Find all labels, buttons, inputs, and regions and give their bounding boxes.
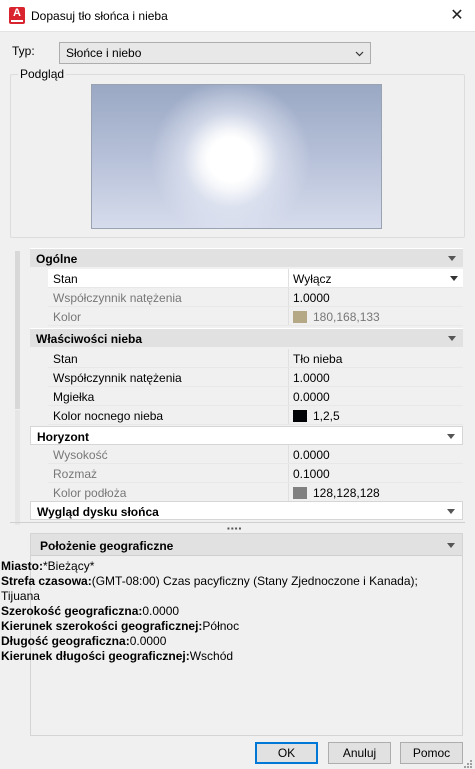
row-sky-night-color[interactable]: Kolor nocnego nieba 1,2,5 (48, 406, 463, 425)
collapse-arrow-icon (448, 256, 456, 261)
row-general-state[interactable]: Stan Wyłącz (48, 269, 463, 288)
resize-grip-icon[interactable] (463, 759, 473, 769)
category-horizon[interactable]: Horyzont (30, 426, 463, 445)
row-value: 0.0000 (293, 448, 330, 462)
close-icon[interactable]: ✕ (447, 6, 467, 26)
color-swatch (293, 311, 307, 323)
preview-label: Podgląd (18, 67, 67, 81)
dropdown-arrow-icon (450, 276, 458, 281)
geo-timezone-cont: Tijuana (1, 589, 40, 603)
geo-latitude: Szerokość geograficzna:0.0000 (1, 604, 180, 618)
row-sky-intensity[interactable]: Współczynnik natężenia 1.0000 (48, 368, 463, 387)
splitter-grip-icon: ▪▪▪▪ (227, 524, 243, 533)
row-value: 1.0000 (293, 291, 330, 305)
row-horizon-blur[interactable]: Rozmaż 0.1000 (48, 464, 463, 483)
row-key: Kolor (48, 307, 289, 325)
row-general-color[interactable]: Kolor 180,168,133 (48, 307, 463, 326)
category-general-title: Ogólne (36, 252, 78, 266)
geo-longitude-direction: Kierunek długości geograficznej:Wschód (1, 649, 234, 663)
row-value: 128,128,128 (290, 483, 463, 501)
row-key: Współczynnik natężenia (48, 288, 289, 306)
geo-city: Miasto:*Bieżący* (1, 559, 95, 573)
window-title: Dopasuj tło słońca i nieba (31, 9, 168, 23)
row-horizon-ground-color[interactable]: Kolor podłoża 128,128,128 (48, 483, 463, 502)
geo-location-header[interactable]: Położenie geograficzne (31, 534, 462, 556)
properties-palette: Ogólne Stan Wyłącz Współczynnik natężeni… (10, 248, 465, 526)
geo-location-panel: Położenie geograficzne Miasto:*Bieżący* … (1, 533, 463, 736)
collapse-arrow-icon (447, 434, 455, 439)
category-sky[interactable]: Właściwości nieba (30, 328, 463, 347)
row-key: Stan (48, 269, 289, 287)
row-key: Wysokość (48, 445, 289, 463)
chevron-down-icon (355, 51, 364, 57)
panel-splitter[interactable]: ▪▪▪▪ (10, 522, 465, 533)
category-sky-title: Właściwości nieba (36, 332, 143, 346)
type-label: Typ: (12, 44, 35, 58)
type-select-value: Słońce i niebo (66, 46, 142, 60)
collapse-arrow-icon (448, 336, 456, 341)
row-key: Kolor podłoża (48, 483, 289, 501)
geo-latitude-direction: Kierunek szerokości geograficznej:Północ (1, 619, 240, 633)
row-key: Współczynnik natężenia (48, 368, 289, 386)
title-bar: A Dopasuj tło słońca i nieba ✕ (0, 0, 475, 32)
type-select[interactable]: Słońce i niebo (59, 42, 371, 64)
row-value: 1.0000 (293, 371, 330, 385)
palette-side-bar-lower (15, 410, 20, 525)
row-horizon-height[interactable]: Wysokość 0.0000 (48, 445, 463, 464)
ok-button[interactable]: OK (255, 742, 318, 764)
row-sky-haze[interactable]: Mgiełka 0.0000 (48, 387, 463, 406)
state-dropdown[interactable]: Wyłącz (290, 269, 463, 287)
category-horizon-title: Horyzont (37, 430, 89, 444)
geo-location-title: Położenie geograficzne (40, 539, 174, 553)
autocad-app-icon: A (9, 7, 25, 24)
collapse-arrow-icon (447, 509, 455, 514)
row-value: Tło nieba (293, 352, 343, 366)
sky-preview-image (91, 84, 382, 229)
cancel-button[interactable]: Anuluj (328, 742, 391, 764)
row-key: Mgiełka (48, 387, 289, 405)
palette-side-bar (15, 251, 20, 409)
row-key: Kolor nocnego nieba (48, 406, 289, 424)
category-sun-disk[interactable]: Wygląd dysku słońca (30, 501, 463, 520)
row-key: Rozmaż (48, 464, 289, 482)
row-value: 0.1000 (293, 467, 330, 481)
color-swatch (293, 487, 307, 499)
row-key: Stan (48, 349, 289, 367)
color-swatch (293, 410, 307, 422)
collapse-arrow-icon (447, 543, 455, 548)
row-value: 180,168,133 (290, 307, 463, 325)
category-general[interactable]: Ogólne (30, 248, 463, 267)
row-sky-state[interactable]: Stan Tło nieba (48, 349, 463, 368)
row-value: 0.0000 (293, 390, 330, 404)
geo-timezone: Strefa czasowa:(GMT-08:00) Czas pacyficz… (1, 574, 418, 588)
row-value: 1,2,5 (290, 406, 463, 424)
help-button[interactable]: Pomoc (400, 742, 463, 764)
geo-longitude: Długość geograficzna:0.0000 (1, 634, 167, 648)
geo-location-body: Miasto:*Bieżący* Strefa czasowa:(GMT-08:… (1, 559, 441, 664)
category-sun-disk-title: Wygląd dysku słońca (37, 505, 159, 519)
row-general-intensity[interactable]: Współczynnik natężenia 1.0000 (48, 288, 463, 307)
